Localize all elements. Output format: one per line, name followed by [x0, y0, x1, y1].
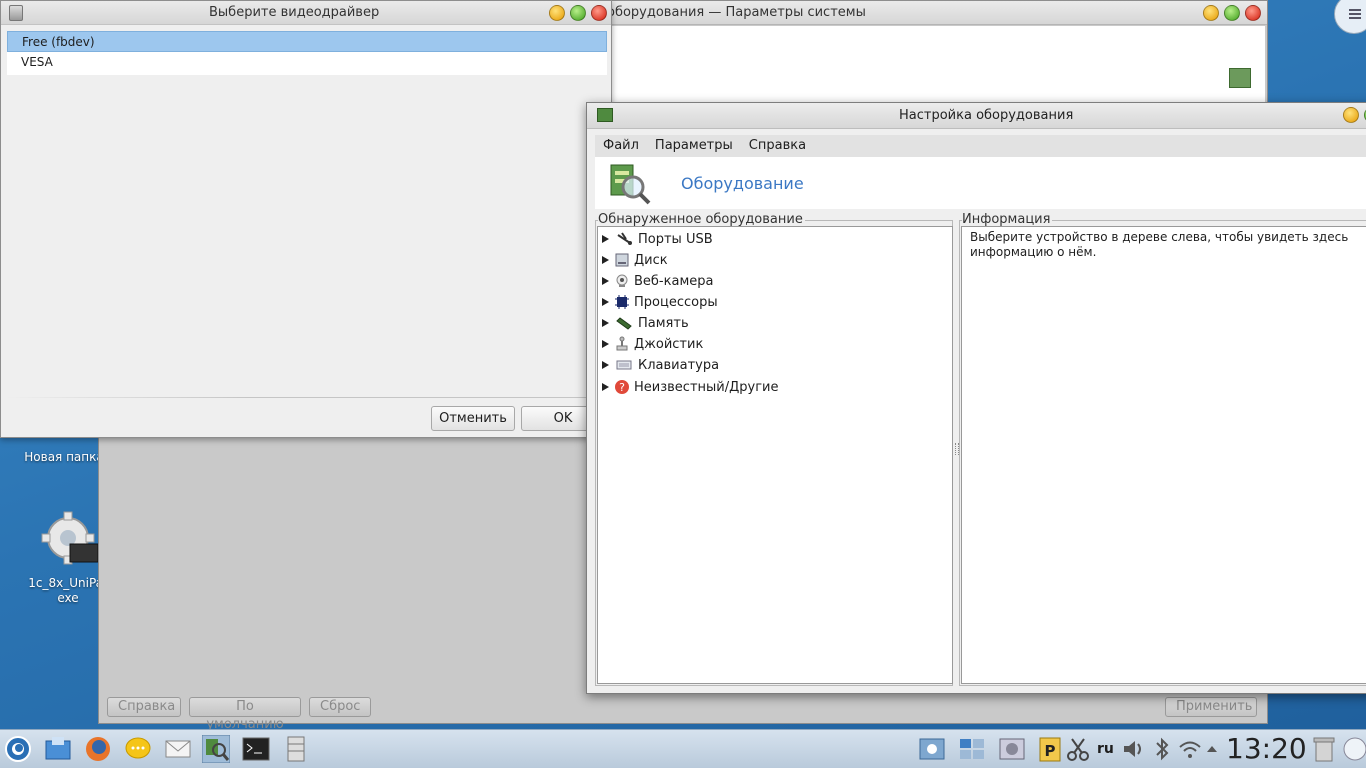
- dialog-titlebar[interactable]: Выберите видеодрайвер: [1, 1, 611, 25]
- driver-list: Free (fbdev) VESA: [7, 31, 607, 75]
- file-manager-icon[interactable]: [44, 735, 72, 763]
- minimize-button[interactable]: [1203, 5, 1219, 21]
- window-titlebar[interactable]: Настройка оборудования: [587, 103, 1366, 129]
- tree-item-keyboard[interactable]: Клавиатура: [602, 355, 719, 375]
- window-title: оборудования — Параметры системы: [607, 5, 866, 20]
- menu-help[interactable]: Справка: [741, 135, 814, 157]
- disk-icon: [615, 253, 629, 267]
- gear-icon: [41, 511, 98, 565]
- tree-item-cpu[interactable]: Процессоры: [602, 292, 718, 312]
- workspace-switcher-icon[interactable]: [958, 735, 986, 763]
- usb-icon: [617, 232, 632, 245]
- tree-item-label: Диск: [634, 252, 668, 268]
- tree-item-disk[interactable]: Диск: [602, 250, 668, 270]
- minimize-button[interactable]: [549, 5, 565, 21]
- scissors-icon[interactable]: [1064, 735, 1092, 763]
- tree-item-label: Клавиатура: [638, 357, 720, 373]
- expand-arrow-icon[interactable]: [602, 256, 609, 264]
- driver-list-item[interactable]: VESA: [7, 52, 607, 73]
- tree-item-label: Порты USB: [638, 231, 713, 247]
- clipboard-p-icon[interactable]: P: [1036, 735, 1064, 763]
- expand-arrow-icon[interactable]: [602, 319, 609, 327]
- expand-arrow-icon[interactable]: [602, 340, 609, 348]
- tree-item-label: Процессоры: [634, 294, 718, 310]
- dialog-app-icon: [9, 5, 23, 21]
- expand-arrow-icon[interactable]: [602, 298, 609, 306]
- archive-icon[interactable]: [282, 735, 310, 763]
- trash-icon[interactable]: [1310, 735, 1338, 763]
- cancel-button[interactable]: Отменить: [431, 406, 515, 431]
- tree-item-webcam[interactable]: Веб-камера: [602, 271, 713, 291]
- tree-item-label: Джойстик: [634, 336, 704, 352]
- close-button[interactable]: [591, 5, 607, 21]
- dialog-title: Выберите видеодрайвер: [209, 5, 380, 20]
- expand-arrow-icon[interactable]: [602, 383, 609, 391]
- hardware-config-window: Настройка оборудования Файл Параметры Сп…: [586, 102, 1366, 694]
- tree-item-label: Память: [638, 315, 689, 331]
- messenger-icon[interactable]: [124, 735, 152, 763]
- driver-list-item[interactable]: Free (fbdev): [7, 31, 607, 52]
- window-title: Настройка оборудования: [899, 108, 1074, 123]
- unknown-icon: ?: [615, 380, 629, 394]
- expand-arrow-icon[interactable]: [602, 277, 609, 285]
- tree-item-label: Веб-камера: [634, 273, 714, 289]
- reset-button[interactable]: Сброс: [309, 697, 371, 717]
- maximize-button[interactable]: [570, 5, 586, 21]
- bluetooth-icon[interactable]: [1148, 735, 1176, 763]
- mail-icon[interactable]: [164, 735, 192, 763]
- section-header: Оборудование: [595, 157, 1366, 209]
- expand-arrow-icon[interactable]: [602, 235, 609, 243]
- user-menu-icon[interactable]: [1342, 735, 1366, 763]
- hardware-info-icon[interactable]: [1229, 68, 1251, 88]
- hardware-config-taskbar-icon[interactable]: [202, 735, 230, 763]
- tree-item-memory[interactable]: Память: [602, 313, 689, 333]
- hardware-tree: Порты USB Диск Веб-камера Процессоры Пам…: [597, 226, 953, 684]
- taskbar: P ru 13:20: [0, 729, 1366, 768]
- memory-icon: [616, 317, 632, 330]
- menu-bar: Файл Параметры Справка: [595, 135, 1366, 157]
- keyboard-layout-indicator[interactable]: ru: [1097, 741, 1114, 757]
- tree-item-joystick[interactable]: Джойстик: [602, 334, 703, 354]
- firefox-icon[interactable]: [84, 735, 112, 763]
- start-menu-icon[interactable]: [4, 735, 32, 763]
- joystick-icon: [616, 336, 628, 351]
- hardware-app-icon: [597, 108, 613, 122]
- tray-expand-icon[interactable]: [1204, 735, 1220, 763]
- screenshot-tray-icon[interactable]: [918, 735, 946, 763]
- tree-item-usb[interactable]: Порты USB: [602, 229, 713, 249]
- terminal-icon[interactable]: [242, 735, 270, 763]
- divider: [7, 397, 607, 398]
- clock[interactable]: 13:20: [1226, 732, 1307, 765]
- section-title: Оборудование: [681, 174, 804, 193]
- desktop-menu-icon[interactable]: [1334, 0, 1366, 34]
- info-panel: Выберите устройство в дереве слева, чтоб…: [961, 226, 1366, 684]
- wifi-icon[interactable]: [1176, 735, 1204, 763]
- close-button[interactable]: [1245, 5, 1261, 21]
- expand-arrow-icon[interactable]: [602, 361, 609, 369]
- defaults-button[interactable]: По умолчанию: [189, 697, 301, 732]
- network-drive-icon[interactable]: [998, 735, 1026, 763]
- keyboard-icon: [616, 360, 632, 370]
- tree-item-unknown[interactable]: ? Неизвестный/Другие: [602, 377, 779, 397]
- menu-file[interactable]: Файл: [595, 135, 647, 157]
- hardware-magnifier-icon: [610, 164, 651, 205]
- help-button[interactable]: Справка: [107, 697, 181, 717]
- apply-button[interactable]: Применить: [1165, 697, 1257, 717]
- svg-text:?: ?: [619, 381, 625, 394]
- cpu-icon: [615, 295, 629, 309]
- webcam-icon: [616, 274, 628, 287]
- pane-splitter[interactable]: [955, 443, 959, 455]
- maximize-button[interactable]: [1224, 5, 1240, 21]
- svg-text:P: P: [1045, 742, 1056, 760]
- video-driver-dialog: Выберите видеодрайвер Free (fbdev) VESA …: [0, 0, 612, 438]
- volume-icon[interactable]: [1120, 735, 1148, 763]
- tree-item-label: Неизвестный/Другие: [634, 379, 779, 395]
- minimize-button[interactable]: [1343, 107, 1359, 123]
- menu-parameters[interactable]: Параметры: [647, 135, 741, 157]
